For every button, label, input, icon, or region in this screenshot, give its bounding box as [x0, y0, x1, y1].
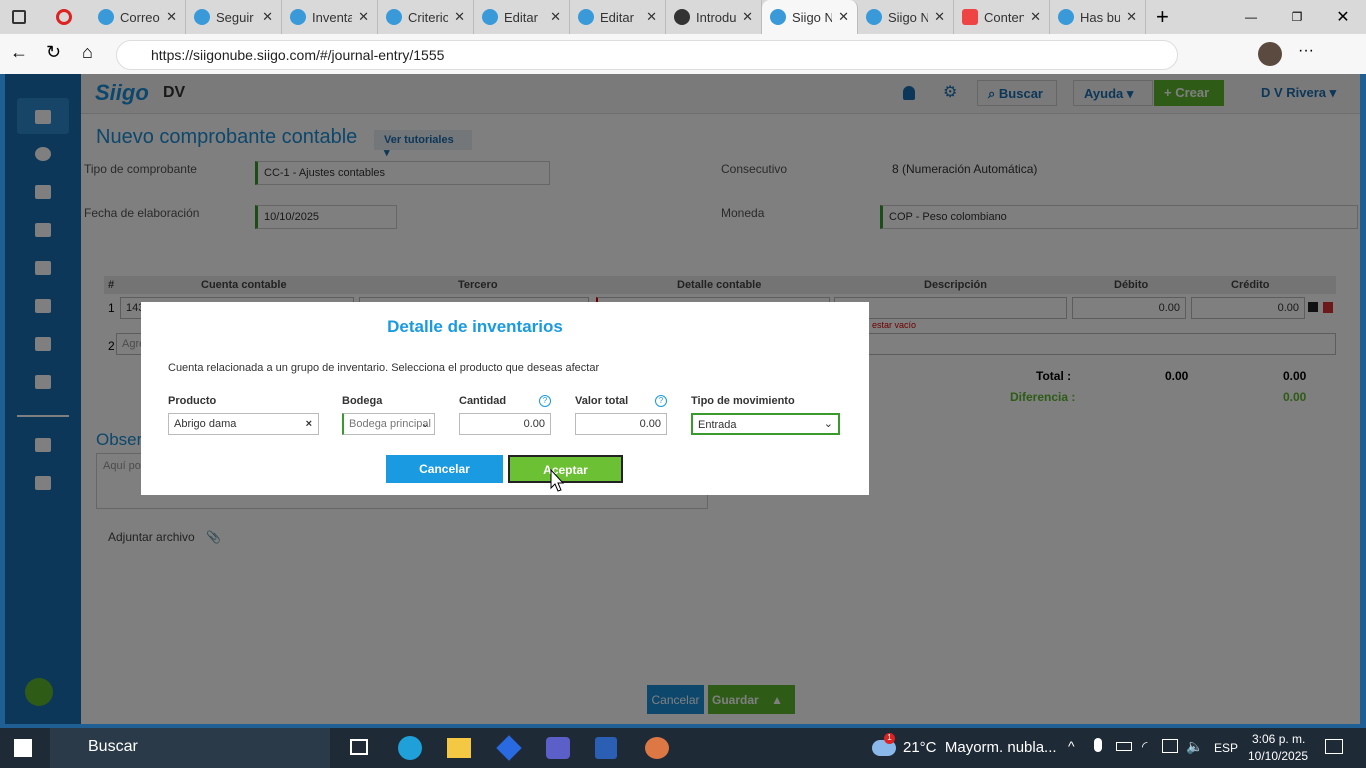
- record-icon[interactable]: [56, 9, 72, 25]
- modal-accept-button[interactable]: Aceptar: [508, 455, 623, 483]
- close-icon[interactable]: ✕: [550, 9, 561, 25]
- browser-tab[interactable]: Has bu ✕: [1050, 0, 1146, 34]
- tab-favicon: [962, 9, 978, 25]
- weather-badge: 1: [884, 733, 895, 744]
- tab-favicon: [674, 9, 690, 25]
- teams-icon[interactable]: [546, 737, 570, 759]
- home-icon[interactable]: ⌂: [82, 42, 93, 63]
- tab-favicon: [770, 9, 786, 25]
- tab-actions-icon[interactable]: [12, 10, 26, 24]
- close-icon[interactable]: ✕: [1030, 9, 1041, 25]
- url-input[interactable]: https://siigonube.siigo.com/#/journal-en…: [116, 40, 1178, 70]
- cantidad-label: Cantidad: [459, 395, 507, 407]
- browser-tab[interactable]: Seguir ✕: [186, 0, 282, 34]
- file-explorer-icon[interactable]: [447, 738, 471, 758]
- modal-title: Detalle de inventarios: [387, 317, 563, 336]
- bodega-label: Bodega: [342, 395, 383, 407]
- meet-now-icon[interactable]: [1162, 739, 1178, 753]
- avatar[interactable]: [1258, 42, 1282, 66]
- inventory-detail-modal: Detalle de inventarios Cuenta relacionad…: [141, 302, 869, 495]
- word-icon[interactable]: [595, 737, 617, 759]
- chevron-up-icon[interactable]: ^: [1068, 738, 1075, 754]
- clear-icon[interactable]: ×: [306, 418, 312, 430]
- producto-label: Producto: [168, 395, 217, 407]
- modal-cancel-button[interactable]: Cancelar: [386, 455, 503, 483]
- minimize-icon[interactable]: —: [1228, 10, 1274, 24]
- close-icon[interactable]: ✕: [934, 9, 945, 25]
- windows-start-icon[interactable]: [14, 739, 32, 757]
- battery-icon[interactable]: [1116, 742, 1132, 751]
- tab-favicon: [482, 9, 498, 25]
- modal-description: Cuenta relacionada a un grupo de inventa…: [168, 362, 600, 374]
- close-icon[interactable]: ✕: [838, 9, 849, 25]
- wifi-icon[interactable]: ◜: [1142, 738, 1147, 755]
- chevron-down-icon: ⌄: [420, 418, 430, 430]
- back-icon[interactable]: ←: [10, 42, 28, 63]
- close-icon[interactable]: ✕: [454, 9, 465, 25]
- tab-favicon: [578, 9, 594, 25]
- clock-time[interactable]: 3:06 p. m.: [1252, 732, 1305, 746]
- app-icon[interactable]: [496, 735, 522, 761]
- tab-favicon: [290, 9, 306, 25]
- weather-text[interactable]: 21°C Mayorm. nubla...: [903, 739, 1057, 756]
- browser-tab[interactable]: Correo ✕: [90, 0, 186, 34]
- browser-tab[interactable]: Inventa ✕: [282, 0, 378, 34]
- volume-icon[interactable]: 🔈: [1186, 738, 1203, 755]
- help-icon[interactable]: ?: [539, 395, 551, 407]
- taskbar: Buscar 1 21°C Mayorm. nubla... ^ ◜ 🔈 ESP…: [0, 728, 1366, 768]
- help-icon[interactable]: ?: [655, 395, 667, 407]
- tab-favicon: [194, 9, 210, 25]
- task-view-icon[interactable]: [350, 739, 368, 755]
- close-icon[interactable]: ✕: [1126, 9, 1137, 25]
- restore-icon[interactable]: ❐: [1274, 10, 1320, 24]
- browser-tab-bar: Correo ✕ Seguir ✕ Inventa ✕ Criterio ✕ Edita…: [0, 0, 1366, 34]
- valor-label: Valor total: [575, 395, 629, 407]
- close-window-icon[interactable]: ✕: [1320, 7, 1366, 27]
- tab-favicon: [1058, 9, 1074, 25]
- more-icon[interactable]: ···: [1298, 42, 1314, 60]
- tab-favicon: [386, 9, 402, 25]
- microphone-icon[interactable]: [1094, 738, 1102, 752]
- browser-tab[interactable]: Conten ✕: [954, 0, 1050, 34]
- chevron-down-icon: ⌄: [823, 418, 833, 430]
- new-tab-icon[interactable]: +: [1156, 4, 1169, 30]
- close-icon[interactable]: ✕: [646, 9, 657, 25]
- refresh-icon[interactable]: ↻: [46, 42, 61, 63]
- tab-favicon: [866, 9, 882, 25]
- tipo-movimiento-select[interactable]: Entrada ⌄: [691, 413, 840, 435]
- browser-tab[interactable]: Editar ✕: [570, 0, 666, 34]
- close-icon[interactable]: ✕: [742, 9, 753, 25]
- close-icon[interactable]: ✕: [262, 9, 273, 25]
- bodega-select[interactable]: Bodega principal ⌄: [342, 413, 435, 435]
- clock-date[interactable]: 10/10/2025: [1248, 749, 1308, 763]
- taskbar-search[interactable]: Buscar: [50, 728, 330, 768]
- producto-input[interactable]: Abrigo dama ×: [168, 413, 319, 435]
- snipping-tool-icon[interactable]: [645, 737, 669, 759]
- tab-favicon: [98, 9, 114, 25]
- valor-input[interactable]: 0.00: [575, 413, 667, 435]
- browser-tab[interactable]: Editar ✕: [474, 0, 570, 34]
- notifications-icon[interactable]: [1325, 739, 1343, 754]
- cantidad-input[interactable]: 0.00: [459, 413, 551, 435]
- browser-tab[interactable]: Siigo N ✕: [858, 0, 954, 34]
- close-icon[interactable]: ✕: [358, 9, 369, 25]
- browser-tab[interactable]: Criterio ✕: [378, 0, 474, 34]
- edge-icon[interactable]: [398, 736, 422, 760]
- language-indicator[interactable]: ESP: [1214, 741, 1238, 755]
- tab-actions: [0, 0, 90, 34]
- mouse-cursor-icon: [550, 469, 565, 492]
- browser-tab-active[interactable]: Siigo N ✕: [762, 0, 858, 34]
- browser-tab[interactable]: Introdu ✕: [666, 0, 762, 34]
- tipo-movimiento-label: Tipo de movimiento: [691, 395, 795, 407]
- close-icon[interactable]: ✕: [166, 9, 177, 25]
